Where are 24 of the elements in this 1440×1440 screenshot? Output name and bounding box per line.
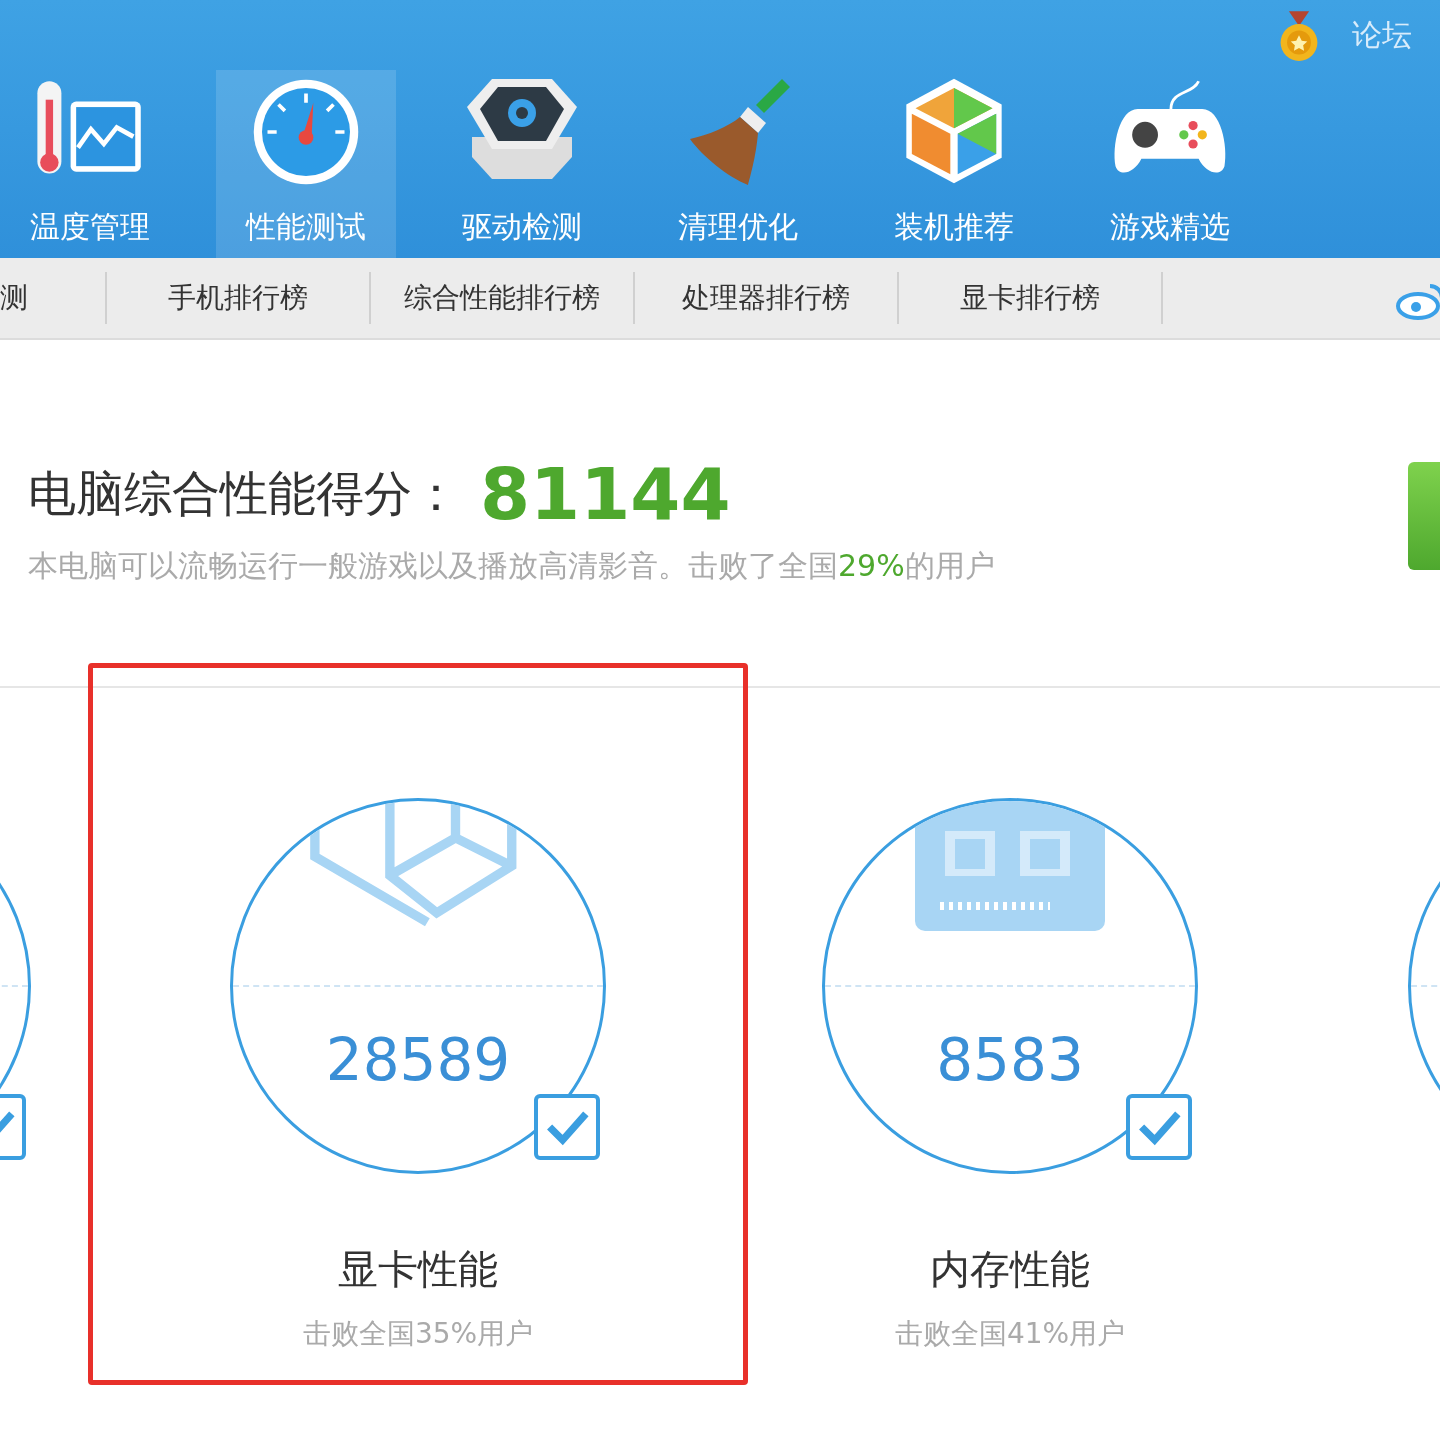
score-value: 81144 — [480, 452, 731, 536]
nav-tab[interactable]: 装机推荐 — [864, 70, 1044, 258]
nav-tab[interactable]: 性能测试 — [216, 70, 396, 258]
card-title: 显卡性能 — [338, 1245, 498, 1294]
forum-link[interactable]: 论坛 — [1352, 14, 1412, 56]
sub-nav-link[interactable]: 手机排行榜 — [107, 272, 371, 324]
score-value: 28589 — [325, 1026, 511, 1094]
nav-tab[interactable]: 驱动检测 — [432, 70, 612, 258]
card-note: 击败全国41%用户 — [894, 1316, 1126, 1352]
score-value: 8583 — [936, 1026, 1084, 1094]
checkbox[interactable] — [534, 1094, 600, 1160]
nav-tab[interactable]: 游戏精选 — [1080, 70, 1260, 258]
checkbox[interactable] — [1126, 1094, 1192, 1160]
card-title: 内存性能 — [930, 1245, 1090, 1294]
sub-nav-link[interactable]: 综合性能排行榜 — [371, 272, 635, 324]
score-description: 本电脑可以流畅运行一般游戏以及播放高清影音。击败了全国29%的用户 — [28, 547, 995, 585]
sub-nav-link[interactable]: 显卡排行榜 — [899, 272, 1163, 324]
nav-tab[interactable]: 温度管理 — [0, 70, 180, 258]
score-label: 电脑综合性能得分： — [28, 464, 460, 523]
card-note: 击败全国35%用户 — [302, 1316, 534, 1352]
sub-nav-link[interactable]: 测 — [0, 272, 107, 324]
sub-nav-link[interactable]: 处理器排行榜 — [635, 272, 899, 324]
nav-tab[interactable]: 清理优化 — [648, 70, 828, 258]
action-button[interactable] — [1408, 462, 1440, 570]
